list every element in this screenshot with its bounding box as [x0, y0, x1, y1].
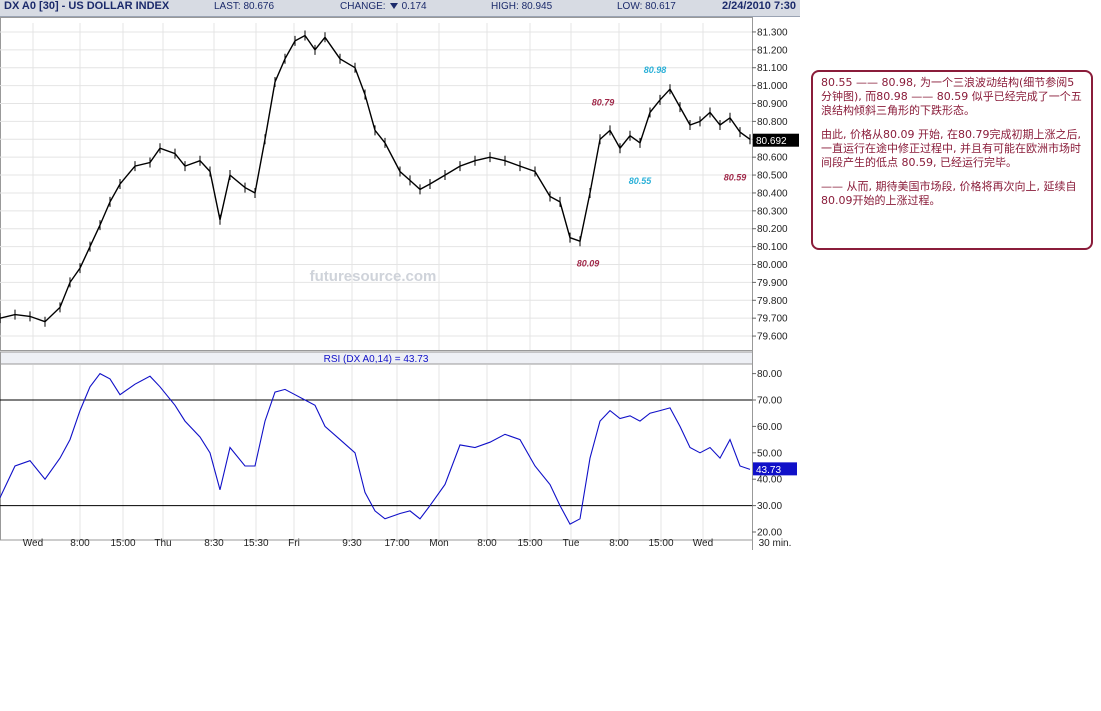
- price-annotation: 80.55: [629, 176, 653, 186]
- x-tick-label: 30 min.: [759, 538, 792, 549]
- rsi-tick-label: 60.00: [757, 422, 782, 433]
- analysis-note: 80.55 —— 80.98, 为一个三浪波动结构(细节参阅5分钟图), 而80…: [811, 70, 1093, 250]
- x-tick-label: 15:00: [517, 538, 542, 549]
- instrument-title: DX A0 [30] - US DOLLAR INDEX: [4, 0, 170, 12]
- low-value: 80.617: [645, 1, 676, 12]
- x-tick-label: 9:30: [342, 538, 362, 549]
- rsi-tick-label: 40.00: [757, 475, 782, 486]
- price-tick-label: 81.200: [757, 45, 788, 56]
- high-label: HIGH:: [491, 1, 519, 12]
- header-datetime: 2/24/2010 7:30: [721, 0, 796, 12]
- low: LOW: 80.617: [617, 1, 676, 12]
- high-value: 80.945: [521, 1, 553, 12]
- rsi-tick-label: 70.00: [757, 396, 782, 407]
- price-tick-label: 80.300: [757, 206, 788, 217]
- price-tick-label: 80.100: [757, 242, 788, 253]
- x-tick-label: 15:00: [648, 538, 673, 549]
- rsi-tick-label: 80.00: [757, 369, 782, 380]
- x-tick-label: 17:00: [384, 538, 409, 549]
- x-tick-label: 15:00: [110, 538, 135, 549]
- price-tick-label: 80.500: [757, 171, 788, 182]
- x-tick-label: 8:00: [70, 538, 90, 549]
- price-tick-label: 80.400: [757, 188, 788, 199]
- x-tick-label: Wed: [23, 538, 43, 549]
- last-value: 80.676: [243, 1, 275, 12]
- price-tick-label: 81.100: [757, 63, 788, 74]
- price-annotation: 80.98: [644, 65, 667, 75]
- down-arrow-icon: [389, 3, 398, 10]
- price-tick-label: 80.000: [757, 260, 788, 271]
- rsi-title: RSI (DX A0,14) = 43.73: [324, 354, 429, 365]
- x-tick-label: Mon: [429, 538, 448, 549]
- x-tick-label: 8:30: [204, 538, 224, 549]
- price-tick-label: 80.200: [757, 224, 788, 235]
- price-tick-label: 80.600: [757, 153, 788, 164]
- price-tick-label: 79.900: [757, 278, 788, 289]
- x-tick-label: Thu: [154, 538, 171, 549]
- x-tick-label: 8:00: [609, 538, 629, 549]
- rsi-tick-label: 30.00: [757, 501, 782, 512]
- rsi-tick-label: 20.00: [757, 528, 782, 539]
- rsi-last-label: 43.73: [756, 465, 781, 476]
- watermark: futuresource.com: [310, 268, 437, 285]
- price-tick-label: 79.700: [757, 314, 788, 325]
- note-paragraph-1: 80.55 —— 80.98, 为一个三浪波动结构(细节参阅5分钟图), 而80…: [821, 76, 1082, 117]
- rsi-panel-frame: [0, 363, 753, 541]
- x-tick-label: Fri: [288, 538, 300, 549]
- chart-area: 81.300 81.200 81.100 81.000 80.900 80.800 80.7…: [0, 17, 799, 550]
- change: CHANGE: 0.174: [340, 1, 427, 12]
- price-tick-label: 81.300: [757, 27, 788, 38]
- x-tick-label: Wed: [693, 538, 713, 549]
- price-tick-label: 80.900: [757, 99, 788, 110]
- rsi-tick-label: 50.00: [757, 448, 782, 459]
- price-tick-label: 79.600: [757, 332, 788, 343]
- last-label: LAST:: [214, 1, 241, 12]
- x-tick-label: 8:00: [477, 538, 497, 549]
- note-paragraph-2: 由此, 价格从80.09 开始, 在80.79完成初期上涨之后, 一直运行在途中…: [821, 128, 1081, 169]
- price-tick-label: 81.000: [757, 81, 788, 92]
- price-tick-label: 80.800: [757, 117, 788, 128]
- price-annotation: 80.09: [577, 258, 600, 268]
- change-value: 0.174: [401, 1, 427, 12]
- price-annotation: 80.59: [724, 172, 747, 182]
- change-label: CHANGE:: [340, 1, 386, 12]
- x-tick-label: 15:30: [243, 538, 268, 549]
- price-tick-label: 79.800: [757, 296, 788, 307]
- high: HIGH: 80.945: [491, 1, 552, 12]
- note-paragraph-3: —— 从而, 期待美国市场段, 价格将再次向上, 延续自80.09开始的上涨过程…: [821, 180, 1077, 207]
- chart-header: DX A0 [30] - US DOLLAR INDEX LAST: 80.67…: [0, 0, 800, 17]
- price-last-label: 80.692: [756, 136, 787, 147]
- low-label: LOW:: [617, 1, 643, 12]
- x-tick-label: Tue: [563, 538, 580, 549]
- last-price: LAST: 80.676: [214, 1, 274, 12]
- price-annotation: 80.79: [592, 97, 615, 107]
